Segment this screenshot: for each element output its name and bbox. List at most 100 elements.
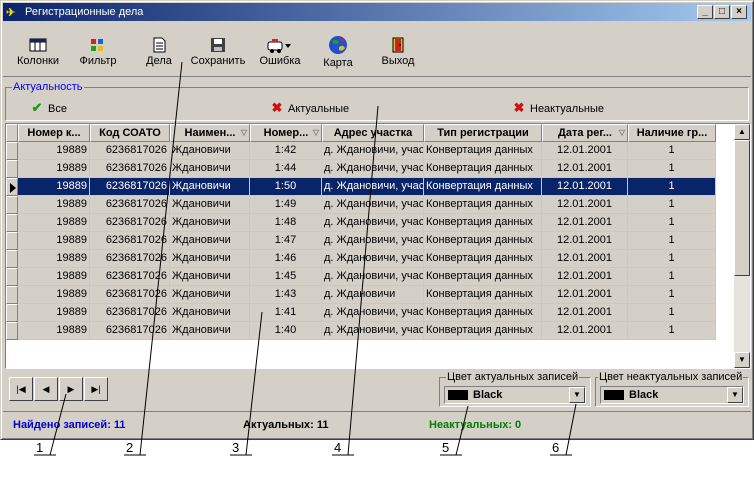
table-row[interactable]: 19889 6236817026 Ждановичи 1:49 д. Ждановичи… (6, 196, 716, 214)
table-cell[interactable]: д. Ждановичи, участ (322, 142, 424, 160)
table-cell[interactable]: Ждановичи (170, 160, 250, 178)
table-row[interactable]: 19889 6236817026 Ждановичи 1:41 д. Ждановичи… (6, 304, 716, 322)
row-indicator[interactable] (6, 160, 18, 178)
table-cell[interactable]: Ждановичи (170, 286, 250, 304)
scroll-up-button[interactable]: ▲ (734, 124, 750, 140)
row-indicator[interactable] (6, 250, 18, 268)
table-cell[interactable]: 1:46 (250, 250, 322, 268)
minimize-button[interactable]: _ (697, 5, 713, 19)
table-cell[interactable]: Конвертация данных (424, 160, 542, 178)
table-cell[interactable]: д. Ждановичи, участ (322, 196, 424, 214)
row-indicator[interactable] (6, 268, 18, 286)
row-indicator[interactable] (6, 286, 18, 304)
table-cell[interactable]: 6236817026 (90, 160, 170, 178)
table-cell[interactable]: 1:50 (250, 178, 322, 196)
table-cell[interactable]: 1 (628, 304, 716, 322)
table-cell[interactable]: Ждановичи (170, 178, 250, 196)
column-header[interactable]: Код СОАТО (90, 124, 170, 142)
table-cell[interactable]: 12.01.2001 (542, 214, 628, 232)
row-indicator[interactable] (6, 232, 18, 250)
table-cell[interactable]: д. Ждановичи, участ (322, 268, 424, 286)
table-cell[interactable]: 19889 (18, 178, 90, 196)
table-cell[interactable]: Конвертация данных (424, 178, 542, 196)
scroll-down-button[interactable]: ▼ (734, 352, 750, 368)
chevron-down-icon[interactable]: ▼ (569, 387, 585, 403)
records-grid[interactable]: Номер к... Код СОАТО Наимен... ▽ Номер...… (5, 123, 751, 369)
close-button[interactable]: × (731, 5, 747, 19)
table-cell[interactable]: 1 (628, 214, 716, 232)
next-record-button[interactable]: ▶ (59, 377, 83, 401)
column-header[interactable]: Адрес участка (322, 124, 424, 142)
table-cell[interactable]: 12.01.2001 (542, 142, 628, 160)
table-cell[interactable]: 1:45 (250, 268, 322, 286)
columns-button[interactable]: Колонки (13, 27, 63, 73)
column-header[interactable]: Дата рег... ▽ (542, 124, 628, 142)
table-cell[interactable]: 6236817026 (90, 232, 170, 250)
row-indicator[interactable] (6, 142, 18, 160)
table-cell[interactable]: Конвертация данных (424, 268, 542, 286)
table-cell[interactable]: 6236817026 (90, 250, 170, 268)
table-row[interactable]: 19889 6236817026 Ждановичи 1:50 д. Ждановичи… (6, 178, 716, 196)
table-cell[interactable]: 1 (628, 286, 716, 304)
table-row[interactable]: 19889 6236817026 Ждановичи 1:46 д. Ждановичи… (6, 250, 716, 268)
table-cell[interactable]: Конвертация данных (424, 142, 542, 160)
table-cell[interactable]: 1:44 (250, 160, 322, 178)
table-cell[interactable]: 19889 (18, 268, 90, 286)
table-cell[interactable]: 12.01.2001 (542, 160, 628, 178)
table-cell[interactable]: Конвертация данных (424, 214, 542, 232)
column-header[interactable]: Наимен... ▽ (170, 124, 250, 142)
map-button[interactable]: Карта (317, 27, 359, 73)
table-cell[interactable]: 1 (628, 142, 716, 160)
chevron-down-icon[interactable]: ▼ (727, 387, 743, 403)
table-cell[interactable]: 12.01.2001 (542, 268, 628, 286)
table-cell[interactable]: 12.01.2001 (542, 286, 628, 304)
table-cell[interactable]: 1 (628, 178, 716, 196)
table-cell[interactable]: 12.01.2001 (542, 304, 628, 322)
table-cell[interactable]: 6236817026 (90, 268, 170, 286)
table-cell[interactable]: 19889 (18, 304, 90, 322)
title-bar[interactable]: ✈ Регистрационные дела _ □ × (3, 3, 751, 21)
table-row[interactable]: 19889 6236817026 Ждановичи 1:40 д. Ждановичи… (6, 322, 716, 340)
table-cell[interactable]: 6236817026 (90, 286, 170, 304)
filter-nonactual-button[interactable]: ✖ Неактуальные (512, 100, 604, 116)
table-cell[interactable]: 1:48 (250, 214, 322, 232)
table-cell[interactable]: д. Ждановичи, участ (322, 304, 424, 322)
table-cell[interactable]: 19889 (18, 232, 90, 250)
filter-actual-button[interactable]: ✖ Актуальные (270, 100, 350, 116)
table-row[interactable]: 19889 6236817026 Ждановичи 1:47 д. Ждановичи… (6, 232, 716, 250)
table-cell[interactable]: Ждановичи (170, 214, 250, 232)
table-cell[interactable]: 19889 (18, 286, 90, 304)
table-cell[interactable]: Конвертация данных (424, 196, 542, 214)
table-row[interactable]: 19889 6236817026 Ждановичи 1:43 д. Ждановичи… (6, 286, 716, 304)
table-cell[interactable]: 19889 (18, 142, 90, 160)
table-cell[interactable]: Ждановичи (170, 142, 250, 160)
table-cell[interactable]: 1 (628, 160, 716, 178)
vertical-scrollbar[interactable]: ▲ ▼ (734, 124, 750, 368)
table-cell[interactable]: д. Ждановичи, участ (322, 178, 424, 196)
maximize-button[interactable]: □ (714, 5, 730, 19)
table-cell[interactable]: Ждановичи (170, 250, 250, 268)
table-cell[interactable]: 6236817026 (90, 322, 170, 340)
table-cell[interactable]: Конвертация данных (424, 250, 542, 268)
filter-all-button[interactable]: ✔ Все (30, 100, 67, 116)
table-cell[interactable]: 1:49 (250, 196, 322, 214)
error-button[interactable]: Ошибка (255, 27, 305, 73)
table-cell[interactable]: д. Ждановичи, участ (322, 232, 424, 250)
table-cell[interactable]: Конвертация данных (424, 304, 542, 322)
column-header[interactable]: Номер... ▽ (250, 124, 322, 142)
table-cell[interactable]: д. Ждановичи, участ (322, 250, 424, 268)
table-cell[interactable]: 1 (628, 268, 716, 286)
column-header[interactable]: Номер к... (18, 124, 90, 142)
table-cell[interactable]: 12.01.2001 (542, 178, 628, 196)
row-indicator[interactable] (6, 304, 18, 322)
table-row[interactable]: 19889 6236817026 Ждановичи 1:42 д. Ждановичи… (6, 142, 716, 160)
table-cell[interactable]: д. Ждановичи (322, 286, 424, 304)
table-cell[interactable]: д. Ждановичи, участ (322, 160, 424, 178)
save-button[interactable]: Сохранить (189, 27, 247, 73)
table-cell[interactable]: 1 (628, 232, 716, 250)
prior-record-button[interactable]: ◀ (34, 377, 58, 401)
table-cell[interactable]: д. Ждановичи, участ (322, 214, 424, 232)
table-cell[interactable]: 12.01.2001 (542, 232, 628, 250)
column-header[interactable]: Наличие гр... (628, 124, 716, 142)
table-cell[interactable]: 19889 (18, 160, 90, 178)
